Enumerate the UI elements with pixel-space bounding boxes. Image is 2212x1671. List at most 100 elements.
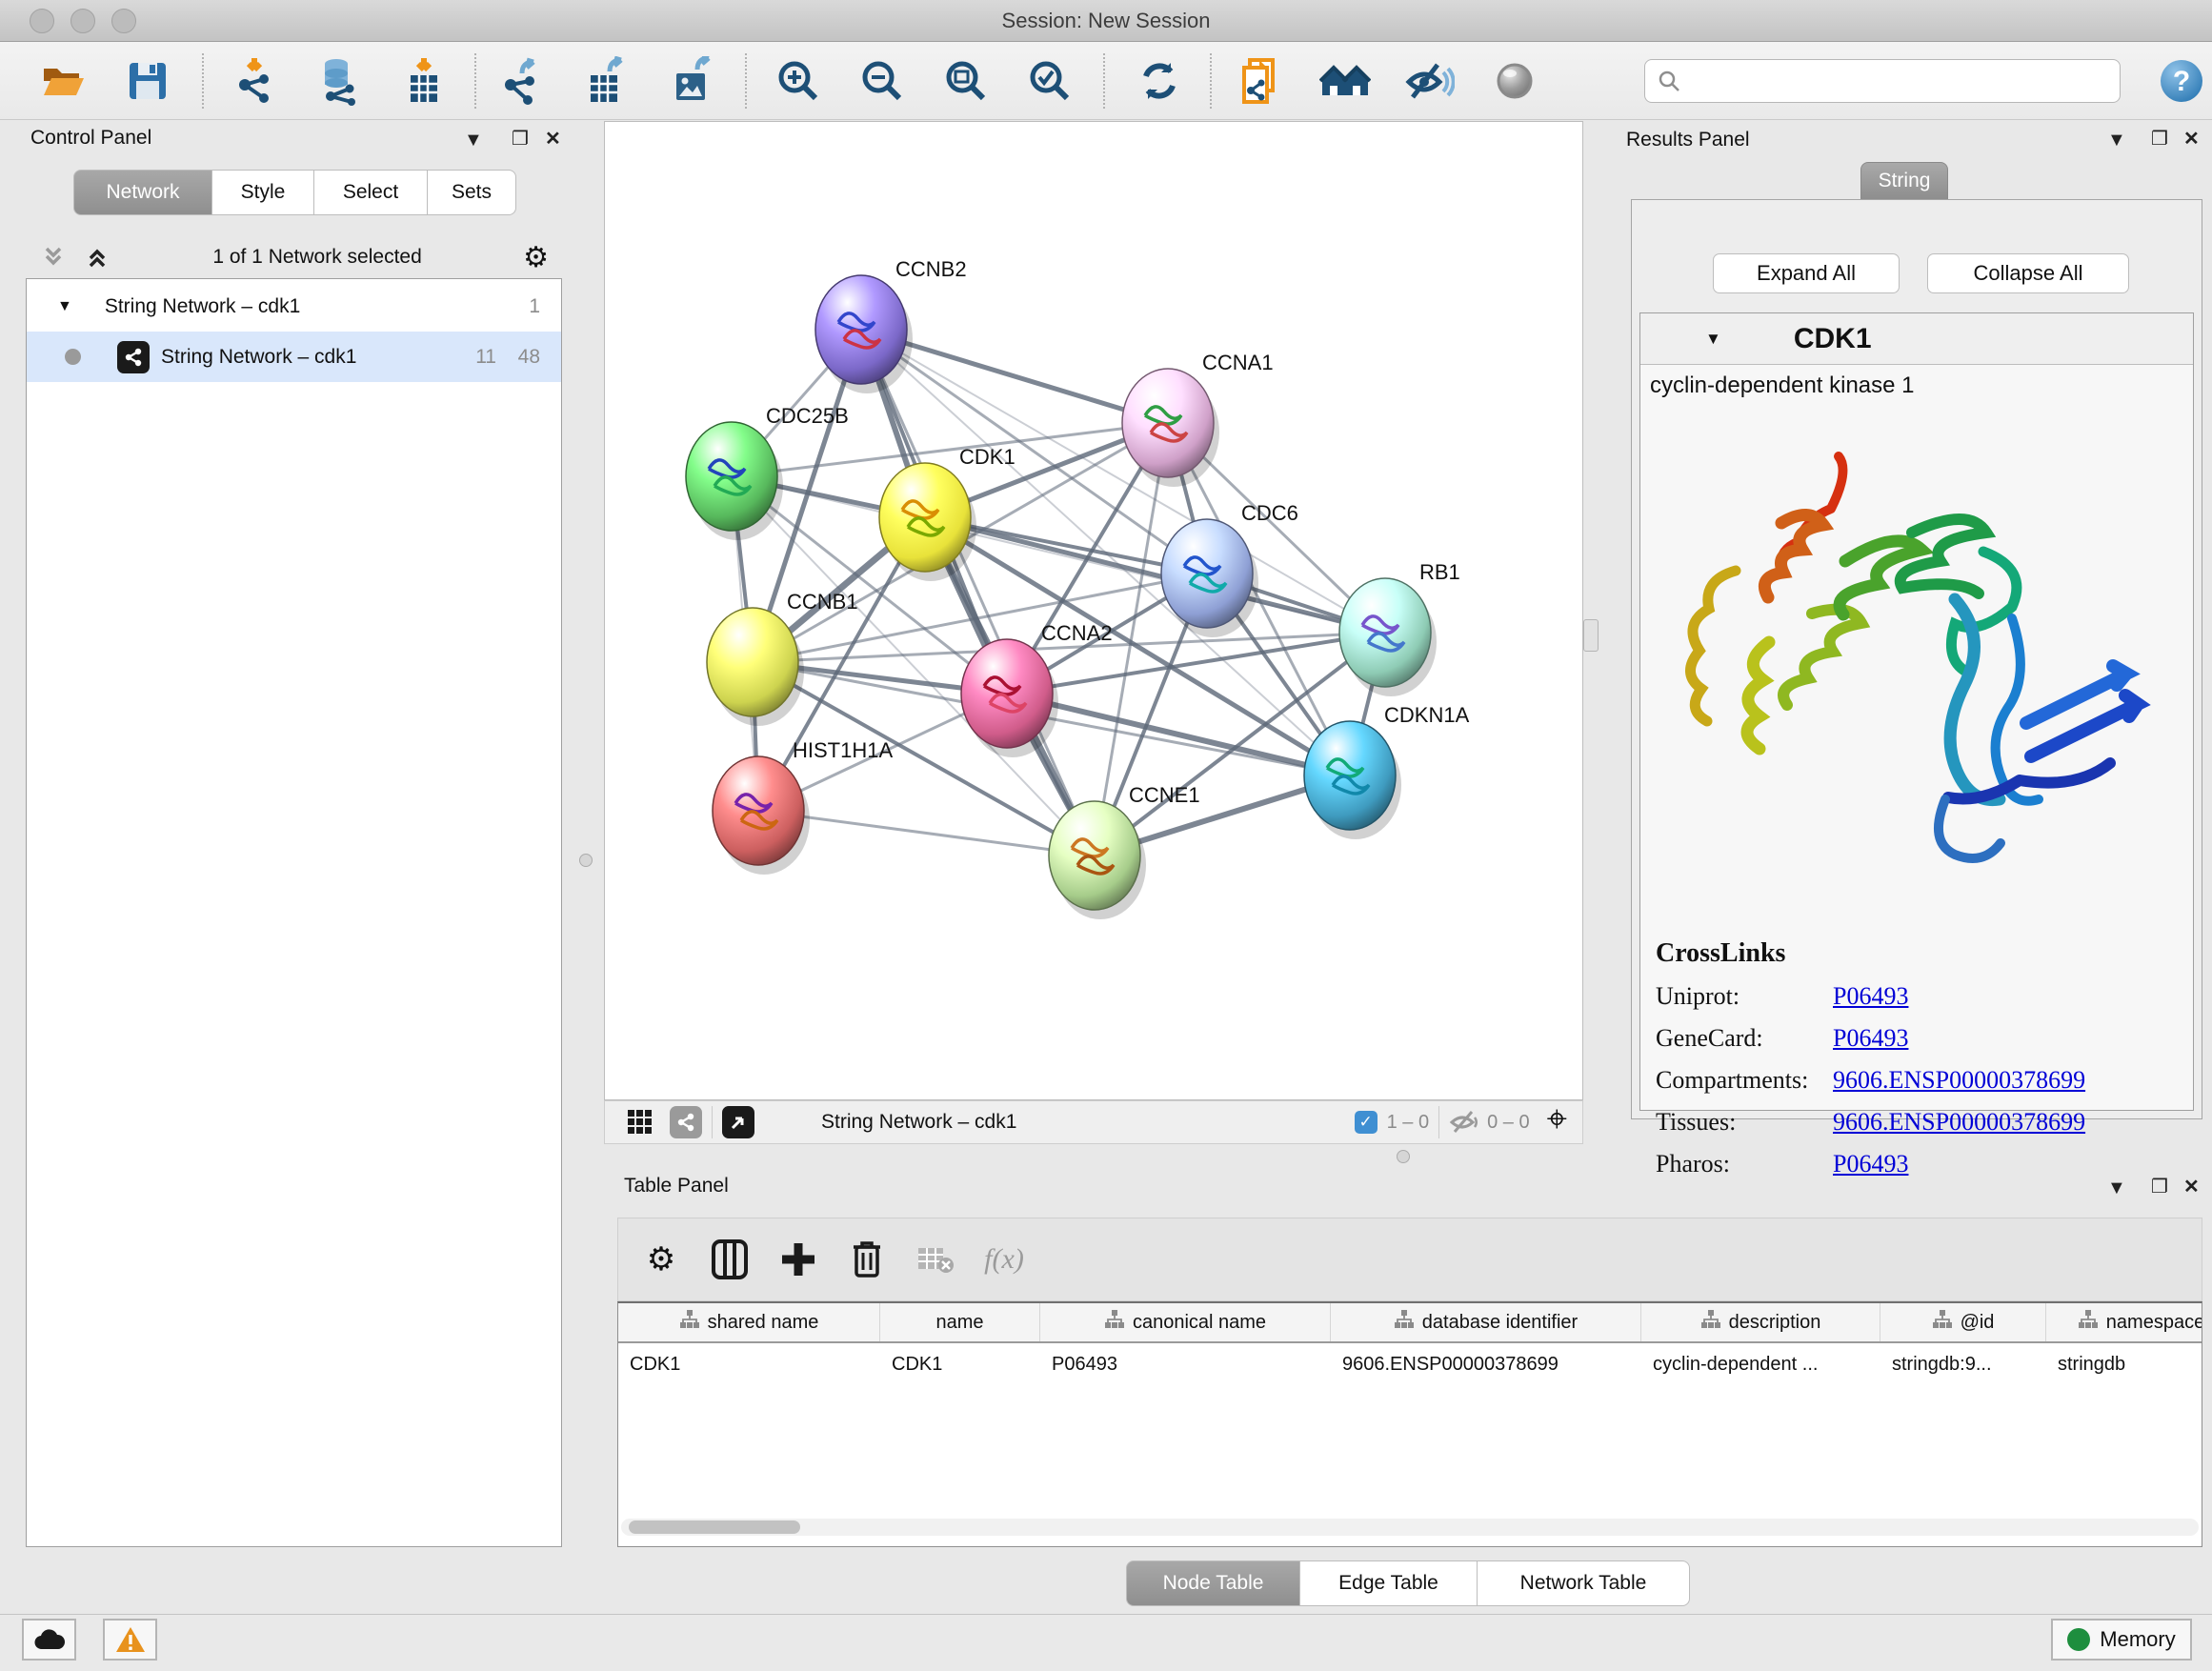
delete-column-button[interactable] bbox=[841, 1234, 893, 1285]
column-header-canonical-name[interactable]: canonical name bbox=[1040, 1303, 1331, 1341]
selected-checkbox[interactable]: ✓ bbox=[1355, 1111, 1377, 1134]
cell-namespace[interactable]: stringdb bbox=[2046, 1343, 2202, 1385]
pan-crosshair-icon[interactable]: ⌖ bbox=[1547, 1099, 1567, 1140]
table-row[interactable]: CDK1CDK1P064939606.ENSP00000378699cyclin… bbox=[618, 1343, 2202, 1385]
collapse-all-chevrons-icon[interactable] bbox=[39, 243, 68, 272]
node-ball[interactable] bbox=[707, 608, 798, 716]
cell-description[interactable]: cyclin-dependent ... bbox=[1641, 1343, 1880, 1385]
table-settings-gear-icon[interactable]: ⚙ bbox=[635, 1234, 687, 1285]
network-node-hist1h1a[interactable]: HIST1H1A bbox=[713, 738, 893, 875]
tab-edge-table[interactable]: Edge Table bbox=[1299, 1560, 1478, 1606]
import-table-file-button[interactable] bbox=[397, 54, 451, 108]
network-options-gear-icon[interactable]: ⚙ bbox=[523, 241, 549, 274]
string-hide-glyphs-button[interactable] bbox=[1402, 54, 1456, 108]
control-panel-float-button[interactable]: ❐ bbox=[512, 127, 529, 151]
zoom-selected-button[interactable] bbox=[1023, 54, 1076, 108]
collapse-results-splitter[interactable] bbox=[1583, 619, 1599, 652]
results-panel-menu-arrow[interactable]: ▼ bbox=[2107, 130, 2126, 151]
control-panel-close-button[interactable]: ✕ bbox=[545, 127, 561, 151]
cell-shared-name[interactable]: CDK1 bbox=[618, 1343, 880, 1385]
export-table-button[interactable] bbox=[579, 54, 633, 108]
clone-network-button[interactable] bbox=[1235, 54, 1288, 108]
collection-expand-arrow[interactable]: ▼ bbox=[57, 298, 72, 315]
tab-node-table[interactable]: Node Table bbox=[1126, 1560, 1300, 1606]
save-session-button[interactable] bbox=[121, 54, 174, 108]
crosslink-label: GeneCard: bbox=[1656, 1024, 1833, 1053]
string-home-button[interactable] bbox=[1318, 54, 1372, 108]
expand-all-button[interactable]: Expand All bbox=[1713, 253, 1900, 293]
crosslink-compartmentslink[interactable]: 9606.ENSP00000378699 bbox=[1833, 1066, 2085, 1095]
crosslink-uniprotlink[interactable]: P06493 bbox=[1833, 982, 1908, 1011]
network-edge[interactable] bbox=[861, 330, 1095, 856]
column-header-id[interactable]: @id bbox=[1880, 1303, 2046, 1341]
birds-eye-grid-icon[interactable] bbox=[626, 1108, 654, 1137]
tab-style[interactable]: Style bbox=[211, 170, 314, 215]
section-collapse-arrow[interactable]: ▼ bbox=[1705, 330, 1721, 349]
add-column-button[interactable] bbox=[773, 1234, 824, 1285]
tab-select[interactable]: Select bbox=[313, 170, 428, 215]
string-viewer-button[interactable] bbox=[1488, 54, 1541, 108]
scrollbar-thumb[interactable] bbox=[629, 1520, 800, 1534]
tab-string[interactable]: String bbox=[1860, 162, 1948, 200]
show-columns-button[interactable] bbox=[704, 1234, 755, 1285]
cell-name[interactable]: CDK1 bbox=[880, 1343, 1040, 1385]
column-header-description[interactable]: description bbox=[1641, 1303, 1880, 1341]
cell-id[interactable]: stringdb:9... bbox=[1880, 1343, 2046, 1385]
zoom-fit-button[interactable] bbox=[939, 54, 993, 108]
panel-splitter-grip[interactable] bbox=[579, 854, 593, 867]
refresh-button[interactable] bbox=[1133, 54, 1186, 108]
crosslink-genecardlink[interactable]: P06493 bbox=[1833, 1024, 1908, 1053]
refresh-icon bbox=[1136, 57, 1183, 105]
column-header-name[interactable]: name bbox=[880, 1303, 1040, 1341]
network-node-cdkn1a[interactable]: CDKN1A bbox=[1304, 703, 1470, 839]
crosslink-pharoslink[interactable]: P06493 bbox=[1833, 1150, 1908, 1178]
warnings-button[interactable] bbox=[103, 1619, 157, 1661]
network-collection-row[interactable]: ▼ String Network – cdk1 1 bbox=[27, 281, 561, 332]
table-panel-menu-arrow[interactable]: ▼ bbox=[2107, 1178, 2126, 1199]
control-panel-menu-arrow[interactable]: ▼ bbox=[464, 130, 483, 151]
export-image-button[interactable] bbox=[665, 54, 718, 108]
string-network-graph[interactable]: CCNB2CCNA1CDC25BCDK1CDC6RB1CCNB1CCNA2CDK… bbox=[605, 122, 1582, 1099]
network-node-rb1[interactable]: RB1 bbox=[1339, 560, 1460, 696]
table-panel-float-button[interactable]: ❐ bbox=[2151, 1175, 2168, 1198]
table-splitter-grip[interactable] bbox=[1397, 1150, 1410, 1163]
table-horizontal-scrollbar[interactable] bbox=[621, 1519, 2199, 1536]
open-session-button[interactable] bbox=[37, 54, 90, 108]
network-node-ccna1[interactable]: CCNA1 bbox=[1122, 351, 1274, 487]
import-table-icon bbox=[399, 56, 449, 106]
column-header-namespace[interactable]: namespace bbox=[2046, 1303, 2202, 1341]
cell-canonical-name[interactable]: P06493 bbox=[1040, 1343, 1331, 1385]
column-header-shared-name[interactable]: shared name bbox=[618, 1303, 880, 1341]
houses-icon bbox=[1319, 55, 1371, 107]
protein-section-header[interactable]: ▼ CDK1 bbox=[1640, 313, 2193, 365]
export-network-button[interactable] bbox=[495, 54, 549, 108]
network-node-cdc25b[interactable]: CDC25B bbox=[686, 404, 849, 540]
column-header-label: canonical name bbox=[1133, 1312, 1266, 1334]
network-tree: ▼ String Network – cdk1 1 String Network… bbox=[26, 278, 562, 1547]
crosslink-tissueslink[interactable]: 9606.ENSP00000378699 bbox=[1833, 1108, 2085, 1137]
table-panel-close-button[interactable]: ✕ bbox=[2183, 1175, 2200, 1198]
network-row[interactable]: String Network – cdk1 11 48 bbox=[27, 332, 561, 382]
results-panel-float-button[interactable]: ❐ bbox=[2151, 127, 2168, 151]
search-input[interactable] bbox=[1689, 70, 2120, 92]
results-panel-close-button[interactable]: ✕ bbox=[2183, 127, 2200, 151]
memory-button[interactable]: Memory bbox=[2051, 1619, 2192, 1661]
cell-database-identifier[interactable]: 9606.ENSP00000378699 bbox=[1331, 1343, 1641, 1385]
network-type-icon[interactable] bbox=[670, 1106, 702, 1138]
collapse-all-button[interactable]: Collapse All bbox=[1927, 253, 2129, 293]
tab-network[interactable]: Network bbox=[73, 170, 212, 215]
tab-network-table[interactable]: Network Table bbox=[1477, 1560, 1690, 1606]
column-header-database-identifier[interactable]: database identifier bbox=[1331, 1303, 1641, 1341]
zoom-out-button[interactable] bbox=[855, 54, 909, 108]
import-network-database-button[interactable] bbox=[313, 54, 367, 108]
zoom-in-button[interactable] bbox=[772, 54, 825, 108]
import-network-file-button[interactable] bbox=[230, 54, 283, 108]
network-canvas[interactable]: CCNB2CCNA1CDC25BCDK1CDC6RB1CCNB1CCNA2CDK… bbox=[604, 121, 1583, 1100]
help-button[interactable]: ? bbox=[2155, 54, 2208, 108]
cloud-status-button[interactable] bbox=[22, 1619, 76, 1661]
tab-sets[interactable]: Sets bbox=[427, 170, 516, 215]
network-node-cdc6[interactable]: CDC6 bbox=[1161, 501, 1298, 637]
expand-all-chevrons-icon[interactable] bbox=[83, 243, 111, 272]
network-node-ccnb2[interactable]: CCNB2 bbox=[815, 257, 967, 393]
detach-view-button[interactable] bbox=[722, 1106, 754, 1138]
